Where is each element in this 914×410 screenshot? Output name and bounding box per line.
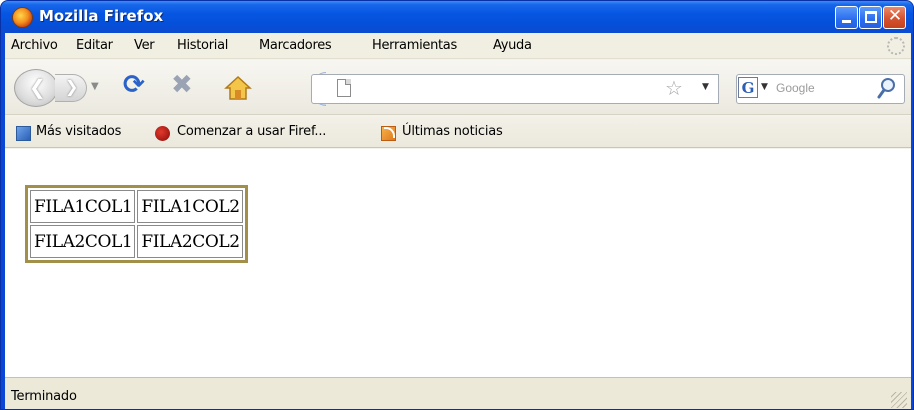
- table-cell: FILA1COL2: [137, 190, 243, 223]
- menu-item-historial[interactable]: Historial: [177, 38, 228, 53]
- stop-icon[interactable]: ✖: [171, 70, 193, 100]
- bookmark-ultimas-noticias[interactable]: Últimas noticias: [402, 124, 503, 139]
- table-cell: FILA2COL1: [30, 225, 136, 258]
- back-button[interactable]: ❮: [14, 69, 58, 107]
- search-input[interactable]: [776, 78, 871, 98]
- forward-icon: ❯: [65, 77, 79, 96]
- status-text: Terminado: [11, 389, 77, 404]
- firefox-icon: [155, 126, 170, 141]
- history-dropdown-icon[interactable]: ▼: [91, 81, 99, 92]
- minimize-button[interactable]: [835, 6, 858, 29]
- bookmarks-toolbar: Más visitados Comenzar a usar Firef... Ú…: [5, 116, 911, 148]
- maximize-button[interactable]: [859, 6, 882, 29]
- menu-item-editar[interactable]: Editar: [76, 38, 113, 53]
- firefox-logo-icon: [12, 7, 33, 28]
- minimize-icon: [842, 20, 851, 23]
- rss-icon: [381, 126, 396, 141]
- forward-button[interactable]: ❯: [55, 74, 87, 102]
- status-bar: Terminado: [5, 377, 911, 409]
- page-icon: [337, 79, 351, 97]
- throbber-icon: [887, 37, 905, 55]
- menu-item-ver[interactable]: Ver: [134, 38, 155, 53]
- table-cell: FILA2COL2: [137, 225, 243, 258]
- page-content: FILA1COL1 FILA1COL2 FILA2COL1 FILA2COL2: [5, 149, 911, 409]
- menu-bar: Archivo Editar Ver Historial Marcadores …: [5, 33, 911, 59]
- menu-item-ayuda[interactable]: Ayuda: [493, 38, 532, 53]
- table-cell: FILA1COL1: [30, 190, 136, 223]
- bookmark-comenzar[interactable]: Comenzar a usar Firef...: [177, 124, 326, 139]
- title-bar[interactable]: Mozilla Firefox ✕: [1, 1, 913, 33]
- bookmark-mas-visitados[interactable]: Más visitados: [36, 124, 121, 139]
- menu-item-archivo[interactable]: Archivo: [11, 38, 58, 53]
- url-bar[interactable]: [311, 74, 719, 104]
- reload-icon[interactable]: ⟳: [123, 70, 145, 100]
- smart-bookmark-icon: [16, 126, 31, 141]
- table-row: FILA1COL1 FILA1COL2: [30, 190, 243, 223]
- client-area: Archivo Editar Ver Historial Marcadores …: [5, 33, 911, 409]
- resize-grip-icon[interactable]: [891, 392, 907, 408]
- window-title: Mozilla Firefox: [39, 7, 164, 25]
- search-engine-dropdown-icon[interactable]: ▼: [761, 82, 768, 92]
- table-row: FILA2COL1 FILA2COL2: [30, 225, 243, 258]
- close-icon: ✕: [887, 6, 903, 26]
- navigation-toolbar: ❮ ❯ ▼ ⟳ ✖ ☆ ▼ G ▼: [5, 60, 911, 115]
- home-icon[interactable]: [224, 75, 252, 101]
- data-table: FILA1COL1 FILA1COL2 FILA2COL1 FILA2COL2: [25, 185, 248, 263]
- search-icon[interactable]: [877, 77, 897, 99]
- close-button[interactable]: ✕: [883, 6, 906, 29]
- menu-item-herramientas[interactable]: Herramientas: [372, 38, 457, 53]
- maximize-icon: [865, 11, 877, 23]
- search-engine-button[interactable]: G: [738, 77, 758, 98]
- menu-item-marcadores[interactable]: Marcadores: [259, 38, 332, 53]
- back-icon: ❮: [29, 75, 46, 99]
- browser-window: Mozilla Firefox ✕ Archivo Editar Ver His…: [0, 0, 914, 410]
- url-dropdown-icon[interactable]: ▼: [702, 82, 709, 92]
- star-icon[interactable]: ☆: [665, 76, 683, 100]
